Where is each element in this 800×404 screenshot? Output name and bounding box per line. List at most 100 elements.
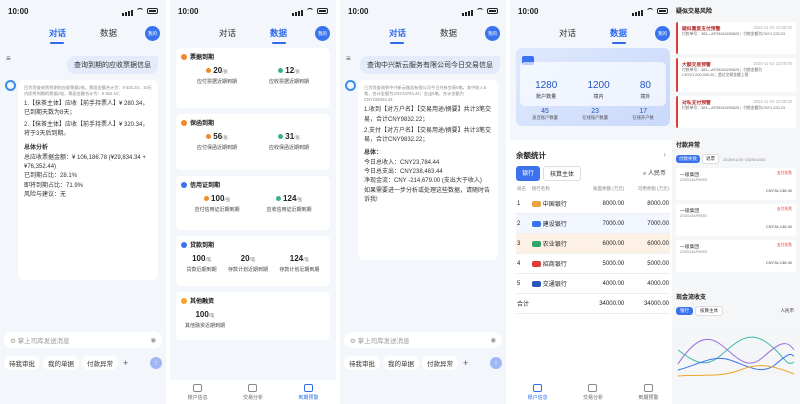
- domestic-count[interactable]: 1200 境内: [587, 80, 609, 100]
- status-icons: [122, 7, 158, 16]
- tab-data[interactable]: 数据: [440, 27, 457, 42]
- quick-docs-button[interactable]: 我的单据: [383, 356, 419, 370]
- tab-data[interactable]: 数据: [270, 27, 287, 42]
- risk-card[interactable]: 大额交易预警 2024-11-02 12:00:00 付款单号：383—AP283…: [676, 58, 796, 92]
- nav-maturity-alert[interactable]: 到期预警: [298, 383, 318, 401]
- table-row[interactable]: 2 建设银行 7000.00 7000.00: [516, 213, 670, 234]
- tab-chat[interactable]: 对话: [219, 27, 236, 42]
- tab-accounting-entity[interactable]: 核算主体: [543, 166, 582, 181]
- send-button[interactable]: ↑: [490, 357, 502, 369]
- chevron-right-icon[interactable]: ›: [663, 150, 666, 159]
- battery-icon: [317, 8, 328, 14]
- kpi-loans[interactable]: 100/笔 贷款近期到期: [187, 254, 217, 273]
- tab-chat[interactable]: 对话: [559, 27, 576, 42]
- kpi-receivable-lc[interactable]: 124/张 应收信用证近期到期: [266, 194, 311, 213]
- quick-actions: 待我审批 我的单据 付款异常 + ↑: [4, 356, 162, 370]
- nav-account-info[interactable]: 账户信息: [528, 383, 548, 401]
- send-button[interactable]: ↑: [150, 357, 162, 369]
- col-rank: 排名: [517, 186, 526, 191]
- currency-select[interactable]: ⌕ 人民币: [643, 168, 666, 178]
- payable-dot-icon: [203, 196, 209, 201]
- bot-logo-icon: [345, 80, 356, 91]
- quick-approve-button[interactable]: 待我审批: [344, 356, 380, 370]
- battery-icon: [487, 8, 498, 14]
- nav-maturity-alert[interactable]: 到期预警: [638, 383, 658, 401]
- user-message: 查询到期的应收票据信息: [67, 56, 158, 74]
- online-opening-count[interactable]: 17 在线开户数: [632, 108, 653, 121]
- pay-row[interactable]: 一级集团 ZS0013AP8593 支付失败 CNY34,136.30: [676, 240, 796, 272]
- tab-data[interactable]: 数据: [610, 27, 627, 42]
- nav-trade-analysis[interactable]: 交易分析: [583, 383, 603, 401]
- tab-refund[interactable]: 退票: [702, 154, 719, 164]
- receivable-dot-icon: [275, 196, 281, 201]
- risk-card[interactable]: 对私支付预警 2024-11-02 12:00:00 付款单号：383—AP283…: [676, 96, 796, 128]
- top-tabs: 对话 数据 我的: [0, 22, 166, 46]
- tab-flow-bank[interactable]: 银行: [676, 307, 693, 315]
- account-icon: [193, 383, 203, 392]
- composer-placeholder: 掌上司库发送消息: [17, 338, 70, 345]
- plus-icon[interactable]: +: [463, 358, 468, 368]
- table-row[interactable]: 4 招商银行 5000.00 5000.00: [516, 253, 670, 274]
- plus-icon[interactable]: +: [123, 358, 128, 368]
- kpi-payable-bills[interactable]: 20/张 应付票据近期到期: [197, 66, 237, 85]
- quick-actions: 待我审批 我的单据 付款异常 + ↑: [344, 356, 502, 370]
- flow-currency-select[interactable]: 人民币: [781, 308, 795, 314]
- avatar[interactable]: 我的: [655, 26, 670, 41]
- nav-trade-analysis[interactable]: 交易分析: [243, 383, 263, 401]
- tab-pay-failed[interactable]: 付款失败: [676, 155, 700, 163]
- cashflow-title: 现金流收支: [676, 295, 707, 301]
- bank-icon: [531, 281, 541, 288]
- pay-row[interactable]: 一级集团 ZS0013AP8593 支付失败 CNY34,136.30: [676, 204, 796, 236]
- status-time: 10:00: [348, 6, 369, 16]
- quick-pay-error-button[interactable]: 付款异常: [422, 356, 458, 370]
- tab-chat[interactable]: 对话: [49, 27, 66, 42]
- menu-icon[interactable]: ≡: [6, 54, 11, 63]
- voice-icon[interactable]: ◉: [150, 336, 156, 344]
- risk-card[interactable]: 疑似重复支付预警 2024-11-02 12:00:00 付款单号：383—AP2…: [676, 22, 796, 54]
- avatar[interactable]: 我的: [315, 26, 330, 41]
- tab-flow-entity[interactable]: 核算主体: [695, 306, 723, 316]
- message-composer[interactable]: ⚙ 掌上司库发送消息 ◉: [344, 332, 502, 348]
- message-composer[interactable]: ⚙ 掌上司库发送消息 ◉: [4, 332, 162, 348]
- table-row[interactable]: 5 交通银行 4000.00 4000.00: [516, 273, 670, 294]
- kpi-deposit-plan-1[interactable]: 20/笔 存款计划近期到期: [228, 254, 268, 273]
- due-ratio: 已到期占比：28.1%: [24, 173, 78, 180]
- avatar[interactable]: 我的: [485, 26, 500, 41]
- quick-docs-button[interactable]: 我的单据: [43, 356, 79, 370]
- voice-icon[interactable]: ◉: [490, 336, 496, 344]
- online-account-count[interactable]: 23 在线账户数量: [582, 108, 608, 121]
- tab-bank[interactable]: 银行: [516, 166, 541, 181]
- total-income: 今日总收入：CNY23,784.44: [364, 159, 440, 166]
- wifi-icon: [136, 8, 144, 14]
- quick-pay-error-button[interactable]: 付款异常: [82, 356, 118, 370]
- date-range[interactable]: 2025/01/20~2025/02/20: [723, 157, 765, 162]
- avatar[interactable]: 我的: [145, 26, 160, 41]
- tab-chat[interactable]: 对话: [389, 27, 406, 42]
- account-count[interactable]: 1280 账户数量: [535, 80, 557, 100]
- section-bill-maturity: 票据到期 20/张 应付票据近期到期 12/张 应收票据近期到期: [176, 48, 330, 108]
- signal-icon: [632, 7, 643, 16]
- total-expense: 今日总支出：CNY238,463.44: [364, 169, 443, 176]
- table-row[interactable]: 3 农业银行 6000.00 6000.00: [516, 233, 670, 254]
- kpi-other-financing[interactable]: 100/笔 其他融资近期到期: [185, 310, 225, 329]
- bank-icon: [531, 241, 541, 248]
- kpi-payable-lc[interactable]: 100/张 应付信用证近期到期: [194, 194, 239, 213]
- near-due-ratio: 即将到期占比：71.9%: [24, 182, 84, 189]
- kpi-receivable-bills[interactable]: 12/张 应收票据近期到期: [269, 66, 309, 85]
- menu-icon[interactable]: ≡: [346, 54, 351, 63]
- kpi-deposit-plan-2[interactable]: 124/笔 存款计划近期到期: [279, 254, 319, 273]
- kpi-payable-guarantees[interactable]: 56/张 应付保函近期到期: [197, 132, 237, 151]
- direct-account-count[interactable]: 45 直连账户数量: [532, 108, 558, 121]
- kpi-receivable-guarantees[interactable]: 31/张 应收保函近期到期: [269, 132, 309, 151]
- status-bar: 10:00: [340, 0, 506, 22]
- data-phone-maturity: 10:00 对话 数据 我的 票据到期 20/张 应付票据近期到期 12/张 应收票…: [170, 0, 336, 404]
- table-row[interactable]: 1 中国银行 8000.00 8000.00: [516, 194, 670, 214]
- overseas-count[interactable]: 80 境外: [640, 80, 651, 100]
- risk-advice: 风险与建议：无: [24, 191, 67, 198]
- pay-row[interactable]: 一级集团 ZS0013AP8593 支付失败 CNY34,136.30: [676, 168, 796, 200]
- quick-approve-button[interactable]: 待我审批: [4, 356, 40, 370]
- tab-data[interactable]: 数据: [100, 27, 117, 42]
- status-icons: [632, 7, 668, 16]
- section-lc-maturity: 信用证到期 100/张 应付信用证近期到期 124/张 应收信用证近期到期: [176, 176, 330, 230]
- nav-account-info[interactable]: 账户信息: [188, 383, 208, 401]
